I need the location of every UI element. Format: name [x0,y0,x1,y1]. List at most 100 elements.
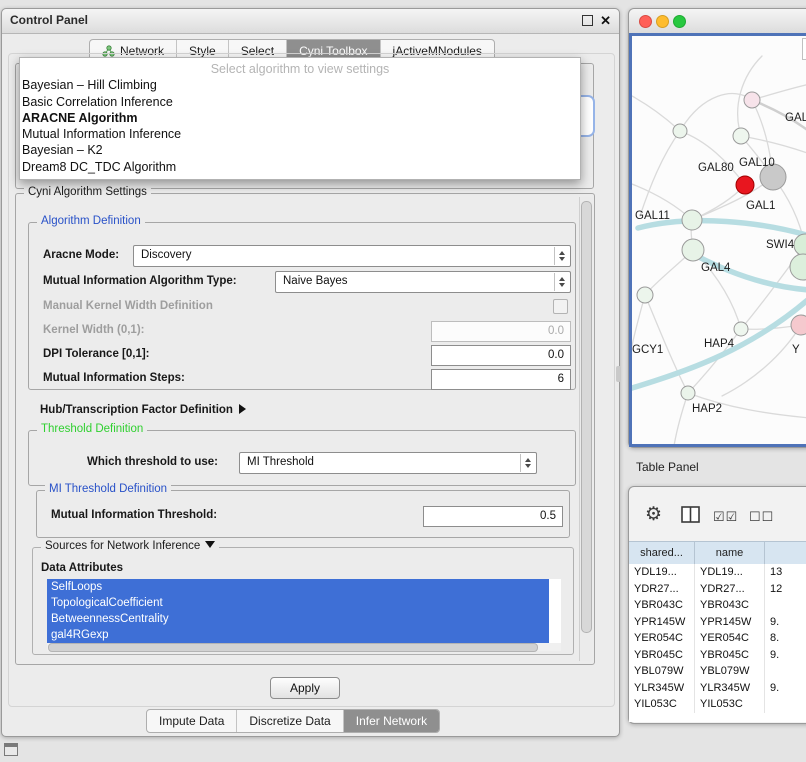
table-cell: YBR043C [629,597,695,614]
list-item-selected[interactable]: SelfLoops [47,579,549,595]
network-node[interactable] [673,124,687,138]
network-node-label: HAP2 [692,403,722,415]
close-window-icon[interactable]: ✕ [600,15,611,27]
scrollbar-thumb[interactable] [581,201,592,633]
clear-all-checkboxes-icon[interactable]: ☐☐ [749,509,774,525]
table-cell [765,663,806,680]
scrollbar-thumb[interactable] [48,643,538,652]
select-all-checkboxes-icon[interactable]: ☑☑ [713,509,738,525]
mi-steps-label: Mutual Information Steps: [43,372,185,384]
table-row[interactable]: YPR145WYPR145W9. [629,614,806,631]
dpi-tolerance-value: 0.0 [548,349,564,361]
manual-kernel-checkbox[interactable] [553,299,568,314]
sources-group: Sources for Network Inference Data Attri… [32,547,574,655]
network-node-label: GAL1 [746,200,775,212]
column-header[interactable]: name [695,542,765,564]
control-panel-window: Control Panel ✕ Network Style Select Cyn… [1,8,620,737]
dropdown-item[interactable]: Dream8 DC_TDC Algorithm [20,159,580,175]
dropdown-item[interactable]: Bayesian – K2 [20,142,580,158]
dropdown-item-selected[interactable]: ARACNE Algorithm [20,110,580,126]
hub-definition-toggle[interactable]: Hub/Transcription Factor Definition [40,400,246,418]
table-cell: YDL19... [695,564,765,581]
float-window-icon[interactable] [582,15,593,26]
table-row[interactable]: YDL19...YDL19...13 [629,564,806,581]
expand-arrow-icon [239,404,246,414]
zoom-traffic-icon[interactable] [673,15,686,28]
network-node[interactable] [681,386,695,400]
network-node[interactable] [682,239,704,261]
mi-type-select[interactable]: Naive Bayes [275,271,571,293]
dpi-tolerance-field[interactable]: 0.0 [431,345,571,366]
table-panel-window: ⚙ ☑☑ ☐☐ shared... name YDL19...YDL19...1… [628,486,806,724]
show-columns-icon[interactable] [681,506,701,524]
group-title: Threshold Definition [37,423,147,435]
attributes-list[interactable]: SelfLoops TopologicalCoefficient Between… [47,579,561,651]
mi-steps-field[interactable]: 6 [431,369,571,390]
network-node[interactable] [791,315,806,335]
apply-button[interactable]: Apply [270,677,340,699]
table-row[interactable]: YBR045CYBR045C9. [629,647,806,664]
network-node-label: SWI4 [766,239,795,251]
dropdown-item[interactable]: Mutual Information Inference [20,126,580,142]
sources-toggle[interactable]: Sources for Network Inference [41,540,219,552]
which-threshold-select[interactable]: MI Threshold [239,452,537,474]
close-traffic-icon[interactable] [639,15,652,28]
mi-threshold-definition-group: MI Threshold Definition Mutual Informati… [36,490,570,538]
settings-gear-icon[interactable]: ⚙ [645,503,662,526]
collapse-arrow-icon [205,541,215,548]
which-threshold-label: Which threshold to use: [87,456,218,468]
aracne-mode-select[interactable]: Discovery [133,245,571,267]
network-node[interactable] [637,287,653,303]
network-scrollbar-fragment[interactable] [802,38,806,60]
table-cell: YER054C [629,630,695,647]
network-edge [640,131,680,216]
table-cell: YBR045C [695,647,765,664]
network-node[interactable] [733,128,749,144]
manual-kernel-label: Manual Kernel Width Definition [43,300,213,312]
table-row[interactable]: YDR27...YDR27...12 [629,581,806,598]
network-view-titlebar[interactable] [629,9,806,34]
restore-panel-icon[interactable] [4,743,18,756]
network-node[interactable] [734,322,748,336]
table-row[interactable]: YLR345WYLR345W9. [629,680,806,697]
column-header[interactable]: shared... [629,542,695,564]
group-title: MI Threshold Definition [45,483,171,495]
combo-stepper-icon [520,454,535,472]
list-item-selected[interactable]: gal4RGexp [47,627,549,643]
table-row[interactable]: YBR043CYBR043C [629,597,806,614]
group-title: Algorithm Definition [37,215,145,227]
table-header: shared... name [629,541,806,565]
table-row[interactable]: YBL079WYBL079W [629,663,806,680]
network-node[interactable] [682,210,702,230]
network-node-label: HAP4 [704,338,735,350]
table-cell [765,696,806,713]
tab-impute-data[interactable]: Impute Data [147,710,237,732]
network-canvas[interactable]: GALGAL80GAL10GAL11GAL1SWI4GAL4GCY1HAP4HA… [629,33,806,447]
kernel-width-label: Kernel Width (0,1): [43,324,144,336]
control-panel-titlebar[interactable]: Control Panel ✕ [2,9,619,34]
network-node[interactable] [790,254,806,280]
dropdown-item[interactable]: Bayesian – Hill Climbing [20,77,580,93]
network-node[interactable] [744,92,760,108]
kernel-width-field[interactable]: 0.0 [431,321,571,342]
table-row[interactable]: YER054CYER054C8. [629,630,806,647]
table-row[interactable]: YIL053CYIL053C [629,696,806,713]
mi-threshold-field[interactable]: 0.5 [423,506,563,527]
combo-stepper-icon [554,247,569,265]
minimize-traffic-icon[interactable] [656,15,669,28]
network-node[interactable] [736,176,754,194]
tab-discretize-data[interactable]: Discretize Data [237,710,343,732]
column-header[interactable] [765,542,806,564]
settings-scrollbar[interactable] [579,197,592,661]
list-item-selected[interactable]: BetweennessCentrality [47,611,549,627]
list-horizontal-scrollbar[interactable] [47,643,561,651]
tab-infer-network[interactable]: Infer Network [344,710,439,732]
network-node[interactable] [794,234,806,256]
table-cell: 13 [765,564,806,581]
list-item-selected[interactable]: TopologicalCoefficient [47,595,549,611]
table-cell: 9. [765,680,806,697]
which-threshold-value: MI Threshold [247,456,314,468]
group-title: Cyni Algorithm Settings [24,186,151,198]
dropdown-item[interactable]: Basic Correlation Inference [20,94,580,110]
panel-splitter-handle[interactable] [616,366,621,382]
